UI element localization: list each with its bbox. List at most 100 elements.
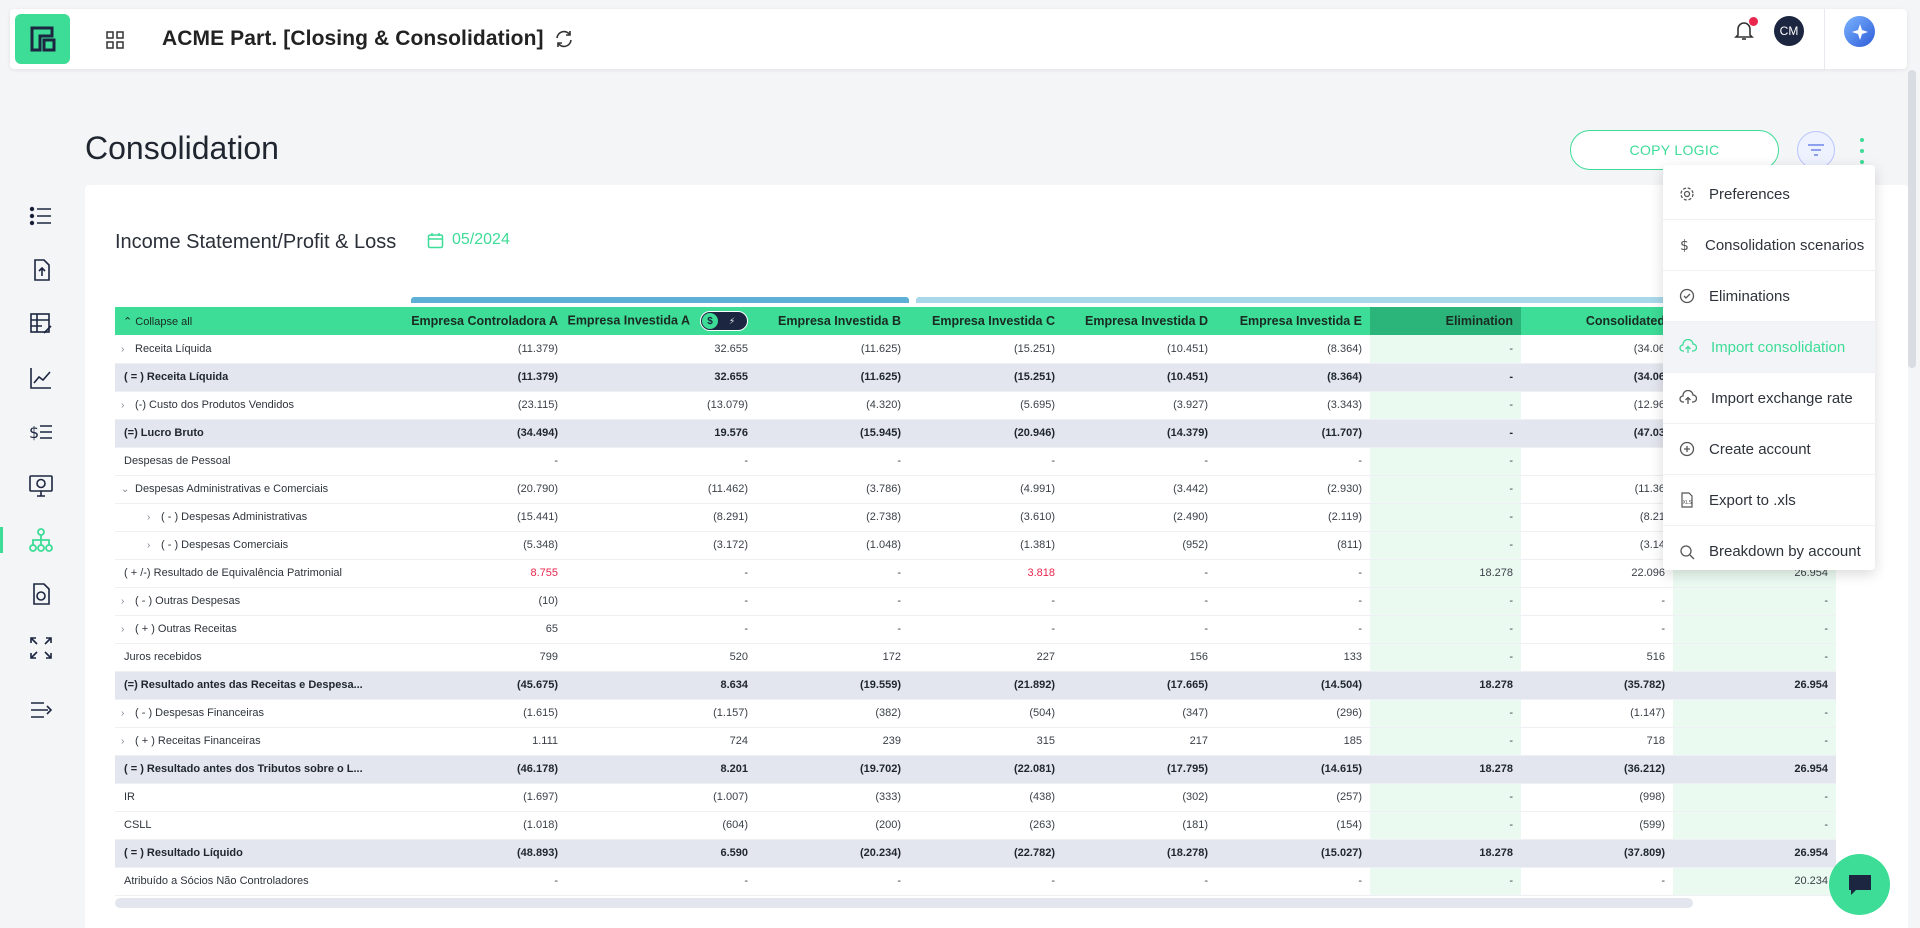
row-label[interactable]: ( + /-) Resultado de Equivalência Patrim… bbox=[115, 559, 411, 588]
menu-item-breakdown-by-account[interactable]: Breakdown by account bbox=[1663, 526, 1875, 577]
more-options-icon[interactable] bbox=[1856, 138, 1868, 164]
ai-assistant-button[interactable] bbox=[1844, 16, 1875, 47]
menu-item-import-exchange-rate[interactable]: Import exchange rate bbox=[1663, 373, 1875, 424]
chevron-right-icon[interactable]: › bbox=[121, 344, 135, 355]
table-row[interactable]: (=) Resultado antes das Receitas e Despe… bbox=[115, 671, 1836, 700]
row-label[interactable]: ›( - ) Despesas Financeiras bbox=[115, 699, 411, 728]
user-avatar[interactable]: CM bbox=[1774, 16, 1804, 46]
table-cell: (1.381) bbox=[909, 531, 1063, 560]
table-row[interactable]: ›( - ) Despesas Comerciais (5.348) (3.172)… bbox=[115, 531, 1836, 560]
row-label[interactable]: ( = ) Resultado antes dos Tributos sobre… bbox=[115, 755, 411, 784]
table-cell: (296) bbox=[1216, 699, 1370, 728]
chevron-right-icon[interactable]: › bbox=[121, 708, 135, 719]
table-row[interactable]: › (-) Custo dos Produtos Vendidos (23.115)… bbox=[115, 391, 1836, 420]
chevron-right-icon[interactable]: › bbox=[121, 736, 135, 747]
expand-dollar-icon[interactable] bbox=[28, 635, 54, 661]
table-row[interactable]: ›( + ) Receitas Financeiras 1.111 724 239 31… bbox=[115, 727, 1836, 756]
row-label[interactable]: › (-) Custo dos Produtos Vendidos bbox=[115, 391, 411, 420]
monitor-dollar-icon[interactable] bbox=[28, 473, 54, 499]
table-cell: (21.892) bbox=[909, 671, 1063, 700]
row-label[interactable]: ( = ) Resultado Líquido bbox=[115, 839, 411, 868]
row-label[interactable]: Despesas de Pessoal bbox=[115, 447, 411, 476]
table-cell: - bbox=[1370, 615, 1521, 644]
column-header[interactable]: Empresa Investida B bbox=[756, 307, 909, 335]
currency-toggle[interactable]: $ ⚡ bbox=[700, 311, 748, 331]
table-cell: - bbox=[1063, 447, 1216, 476]
table-row[interactable]: ›( + ) Outras Receitas 65- - - - - - - - bbox=[115, 615, 1836, 644]
column-header[interactable]: Consolidated bbox=[1521, 307, 1673, 335]
table-cell: - bbox=[1370, 447, 1521, 476]
consolidation-table: ⌃ Collapse all Empresa Controladora A Em… bbox=[115, 297, 1846, 897]
table-row[interactable]: (=) Lucro Bruto (34.494) 19.576 (15.945) (20… bbox=[115, 419, 1836, 448]
table-cell: (22.782) bbox=[909, 839, 1063, 868]
list-icon[interactable] bbox=[28, 203, 54, 229]
row-label[interactable]: ›( - ) Despesas Comerciais bbox=[115, 531, 411, 560]
period-picker[interactable]: 05/2024 bbox=[427, 231, 510, 249]
collapse-all-button[interactable]: ⌃ Collapse all bbox=[115, 307, 411, 335]
table-row[interactable]: ( = ) Resultado antes dos Tributos sobre… bbox=[115, 755, 1836, 784]
dollar-list-icon[interactable]: $ bbox=[28, 419, 54, 445]
table-row[interactable]: ›( - ) Outras Despesas (10) - - - - - - - - bbox=[115, 587, 1836, 616]
row-label[interactable]: ⌄ Despesas Administrativas e Comerciais bbox=[115, 475, 411, 504]
chevron-right-icon[interactable]: › bbox=[121, 400, 135, 411]
chevron-right-icon[interactable]: › bbox=[121, 624, 135, 635]
vertical-scrollbar[interactable] bbox=[1908, 70, 1916, 368]
table-row[interactable]: Atribuído a Sócios Não Controladores - - - -… bbox=[115, 867, 1836, 896]
row-label[interactable]: (=) Resultado antes das Receitas e Despe… bbox=[115, 671, 411, 700]
horizontal-scrollbar[interactable] bbox=[115, 898, 1693, 908]
row-label[interactable]: CSLL bbox=[115, 811, 411, 840]
apps-grid-icon[interactable] bbox=[106, 31, 124, 49]
menu-item-create-account[interactable]: Create account bbox=[1663, 424, 1875, 475]
app-logo[interactable] bbox=[15, 14, 70, 64]
row-label[interactable]: Juros recebidos bbox=[115, 643, 411, 672]
column-header[interactable]: Empresa Investida D bbox=[1063, 307, 1216, 335]
consolidation-tree-icon[interactable] bbox=[28, 527, 54, 553]
chevron-down-icon[interactable]: ⌄ bbox=[121, 484, 135, 495]
table-row[interactable]: CSLL (1.018) (604) (200) (263) (181) (154) - (59… bbox=[115, 811, 1836, 840]
copy-logic-button[interactable]: COPY LOGIC bbox=[1570, 130, 1779, 170]
file-upload-icon[interactable] bbox=[28, 257, 54, 283]
chat-button[interactable] bbox=[1829, 854, 1890, 915]
table-row[interactable]: ( = ) Receita Líquida (11.379) 32.655 (11.6… bbox=[115, 363, 1836, 392]
menu-item-preferences[interactable]: Preferences bbox=[1663, 169, 1875, 220]
table-cell: 799 bbox=[411, 643, 566, 672]
menu-item-eliminations[interactable]: Eliminations bbox=[1663, 271, 1875, 322]
chevron-right-icon[interactable]: › bbox=[147, 540, 161, 551]
column-header[interactable]: Empresa Controladora A bbox=[411, 307, 566, 335]
line-chart-icon[interactable] bbox=[28, 365, 54, 391]
table-edit-icon[interactable] bbox=[28, 311, 54, 337]
row-label[interactable]: (=) Lucro Bruto bbox=[115, 419, 411, 448]
column-header[interactable]: Empresa Investida A $ ⚡ bbox=[566, 307, 756, 335]
menu-item-import-consolidation[interactable]: Import consolidation bbox=[1663, 322, 1875, 373]
table-row[interactable]: IR (1.697) (1.007) (333) (438) (302) (257) - (99… bbox=[115, 783, 1836, 812]
menu-item-export-to-xls[interactable]: XLS Export to .xls bbox=[1663, 475, 1875, 526]
row-label[interactable]: Atribuído a Sócios Não Controladores bbox=[115, 867, 411, 896]
column-header[interactable]: Empresa Investida E bbox=[1216, 307, 1370, 335]
filter-button[interactable] bbox=[1797, 131, 1835, 169]
menu-item-consolidation-scenarios[interactable]: $ Consolidation scenarios bbox=[1663, 220, 1875, 271]
chevron-right-icon[interactable]: › bbox=[121, 596, 135, 607]
refresh-icon[interactable] bbox=[553, 28, 575, 50]
chevron-right-icon[interactable]: › bbox=[147, 512, 161, 523]
table-row[interactable]: ›( - ) Despesas Financeiras (1.615) (1.157… bbox=[115, 699, 1836, 728]
table-row[interactable]: ( = ) Resultado Líquido (48.893) 6.590 (20.… bbox=[115, 839, 1836, 868]
table-row[interactable]: ›( - ) Despesas Administrativas (15.441)(… bbox=[115, 503, 1836, 532]
row-label[interactable]: ›( - ) Despesas Administrativas bbox=[115, 503, 411, 532]
row-label[interactable]: ›( + ) Outras Receitas bbox=[115, 615, 411, 644]
table-row[interactable]: ( + /-) Resultado de Equivalência Patrim… bbox=[115, 559, 1836, 588]
row-label[interactable]: ›( - ) Outras Despesas bbox=[115, 587, 411, 616]
row-label[interactable]: IR bbox=[115, 783, 411, 812]
row-label[interactable]: › Receita Líquida bbox=[115, 335, 411, 364]
column-header[interactable]: Empresa Investida C bbox=[909, 307, 1063, 335]
table-row[interactable]: › Receita Líquida (11.379) 32.655 (11.625) (1… bbox=[115, 335, 1836, 364]
column-header[interactable]: Elimination bbox=[1370, 307, 1521, 335]
app-title: ACME Part. [Closing & Consolidation] bbox=[162, 27, 544, 50]
table-row[interactable]: Juros recebidos 799 520 172 227 156 133-516- bbox=[115, 643, 1836, 672]
table-row[interactable]: ⌄ Despesas Administrativas e Comerciais (2… bbox=[115, 475, 1836, 504]
row-label[interactable]: ( = ) Receita Líquida bbox=[115, 363, 411, 392]
expand-menu-icon[interactable] bbox=[28, 697, 54, 723]
table-cell: - bbox=[1673, 699, 1836, 728]
report-file-icon[interactable] bbox=[28, 581, 54, 607]
row-label[interactable]: ›( + ) Receitas Financeiras bbox=[115, 727, 411, 756]
table-row[interactable]: Despesas de Pessoal - - - - - - - bbox=[115, 447, 1836, 476]
